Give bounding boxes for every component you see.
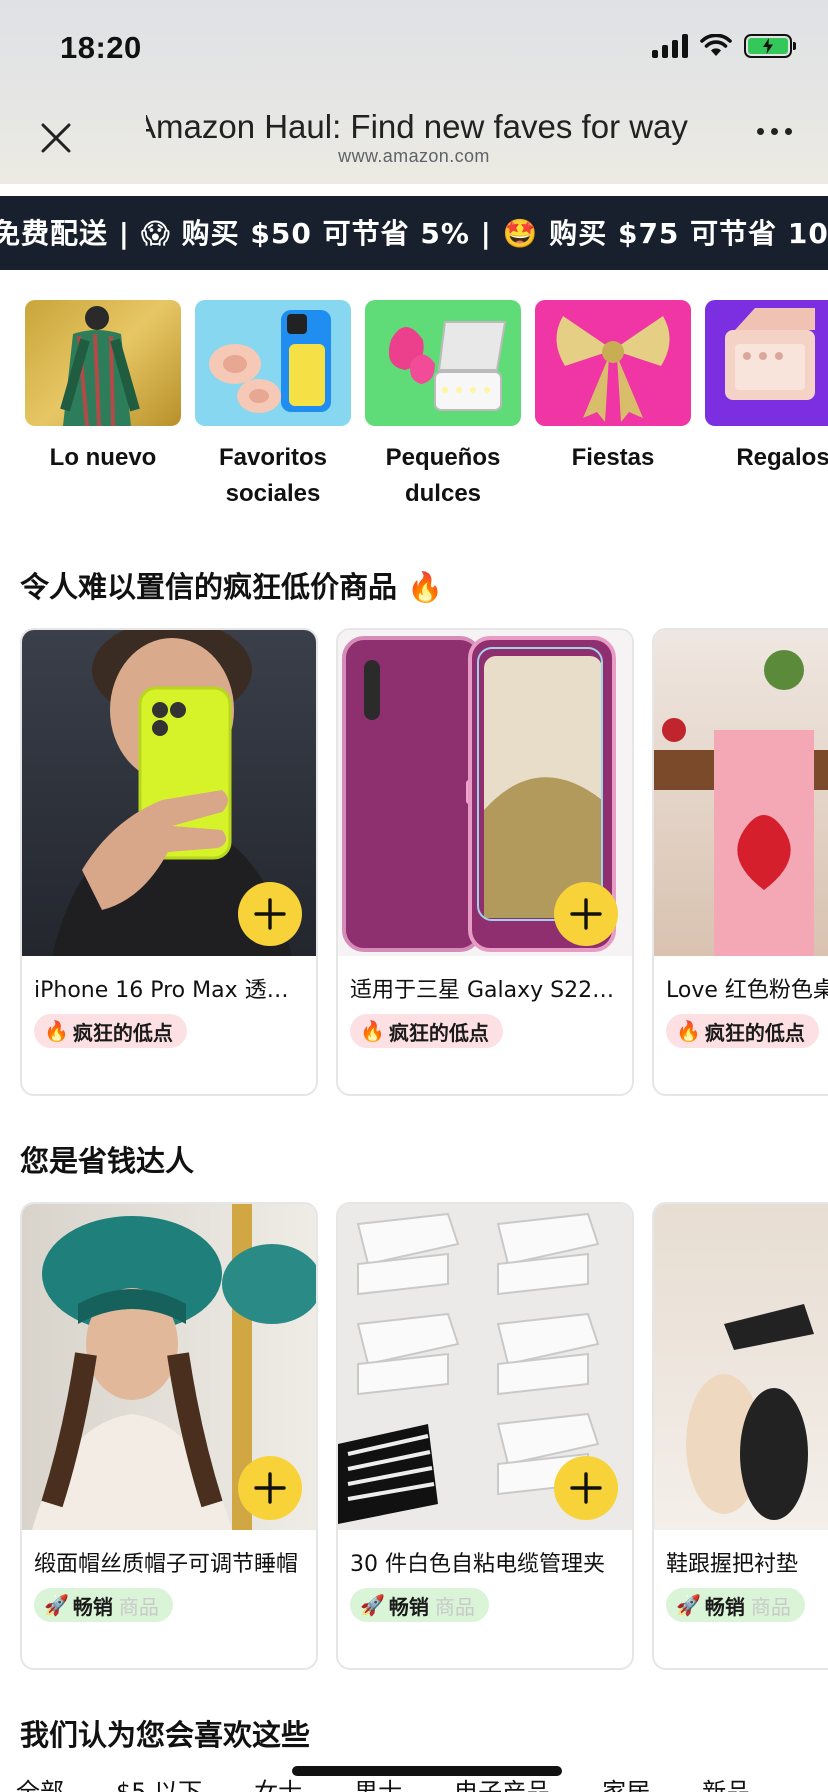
badge-ghost-text: 商品	[750, 1594, 791, 1619]
battery-charging-icon	[744, 34, 796, 58]
product-card[interactable]: 30 件白色自粘电缆管理夹 🚀 畅销 商品	[336, 1202, 634, 1670]
home-indicator	[292, 1766, 562, 1776]
category-carousel: Lo nuevo Favoritos sociales Pequeños dul…	[0, 300, 828, 530]
tab-new[interactable]: 新品	[702, 1772, 750, 1792]
section-title-recommend: 我们认为您会喜欢这些	[20, 1718, 311, 1752]
bestseller-badge: 🚀 畅销 商品	[350, 1588, 489, 1622]
promo-text: 免费配送 | 😱 购买 $50 可节省 5% | 🤩 购买 $75 可节省 10…	[0, 217, 828, 250]
page-title: Amazon Haul: Find new faves for way	[146, 108, 688, 145]
page-url: www.amazon.com	[338, 146, 490, 166]
status-icons	[652, 34, 796, 58]
product-name: Love 红色粉色桌旗	[666, 978, 828, 1003]
crazy-low-badge: 🔥 疯狂的低点	[350, 1014, 503, 1048]
category-favoritos-sociales[interactable]: Favoritos sociales	[188, 300, 358, 512]
plus-icon	[254, 1472, 286, 1504]
wifi-icon	[700, 34, 732, 56]
rocket-icon: 🚀	[676, 1593, 701, 1617]
dot-icon	[757, 128, 764, 135]
category-pequenos-dulces[interactable]: Pequeños dulces	[358, 300, 528, 512]
more-options-button[interactable]	[757, 128, 792, 135]
product-image	[22, 630, 316, 956]
fire-icon: 🔥	[44, 1019, 69, 1043]
badge-label: 畅销	[388, 1594, 429, 1619]
fire-icon: 🔥	[360, 1019, 385, 1043]
product-card[interactable]: 适用于三星 Galaxy S22 手机壳 🔥 疯狂的低点	[336, 628, 634, 1096]
badge-label: 畅销	[72, 1594, 113, 1619]
crazy-low-badge: 🔥 疯狂的低点	[34, 1014, 187, 1048]
product-name: 缎面帽丝质帽子可调节睡帽	[34, 1552, 299, 1577]
plus-icon	[254, 898, 286, 930]
badge-ghost-text: 商品	[434, 1594, 475, 1619]
promo-banner[interactable]: 免费配送 | 😱 购买 $50 可节省 5% | 🤩 购买 $75 可节省 10…	[0, 196, 828, 270]
category-regalos[interactable]: Regalos	[698, 300, 828, 476]
badge-label: 疯狂的低点	[72, 1020, 173, 1045]
product-name: 适用于三星 Galaxy S22 手机壳	[350, 978, 620, 1003]
plus-icon	[570, 898, 602, 930]
badge-label: 疯狂的低点	[388, 1020, 489, 1045]
fire-icon: 🔥	[676, 1019, 701, 1043]
product-image	[22, 1204, 316, 1530]
add-to-cart-button[interactable]	[554, 1456, 618, 1520]
browser-chrome: 18:20 Amazon Haul: Find new faves for wa…	[0, 0, 828, 184]
tab-all[interactable]: 全部	[16, 1772, 64, 1792]
product-name: iPhone 16 Pro Max 透明手机壳	[34, 978, 304, 1003]
product-image	[654, 630, 828, 956]
dot-icon	[771, 128, 778, 135]
rocket-icon: 🚀	[360, 1593, 385, 1617]
crazy-low-badge: 🔥 疯狂的低点	[666, 1014, 819, 1048]
bestseller-badge: 🚀 畅销 商品	[34, 1588, 173, 1622]
dot-icon	[785, 128, 792, 135]
product-name: 30 件白色自粘电缆管理夹	[350, 1552, 605, 1577]
category-fiestas[interactable]: Fiestas	[528, 300, 698, 476]
tab-home[interactable]: 家居	[602, 1772, 650, 1792]
status-time: 18:20	[60, 30, 142, 65]
product-card[interactable]: Love 红色粉色桌旗 🔥 疯狂的低点	[652, 628, 828, 1096]
product-image	[338, 1204, 632, 1530]
product-name: 鞋跟握把衬垫	[666, 1552, 799, 1577]
badge-ghost-text: 商品	[118, 1594, 159, 1619]
page-title-container: Amazon Haul: Find new faves for way	[146, 108, 691, 146]
section-title-crazy-low: 令人难以置信的疯狂低价商品 🔥	[20, 570, 444, 604]
product-card[interactable]: 鞋跟握把衬垫 🚀 畅销 商品	[652, 1202, 828, 1670]
category-label: Pequeños dulces	[385, 444, 501, 507]
category-label: Favoritos sociales	[218, 444, 328, 507]
add-to-cart-button[interactable]	[238, 882, 302, 946]
badge-label: 疯狂的低点	[704, 1020, 805, 1045]
product-row-crazy-low: iPhone 16 Pro Max 透明手机壳 🔥 疯狂的低点 适用于三星 Ga…	[0, 628, 828, 1098]
add-to-cart-button[interactable]	[238, 1456, 302, 1520]
add-to-cart-button[interactable]	[554, 882, 618, 946]
category-label: Regalos	[736, 444, 828, 471]
badge-label: 畅销	[704, 1594, 745, 1619]
section-title-money-saver: 您是省钱达人	[20, 1144, 195, 1178]
product-card[interactable]: iPhone 16 Pro Max 透明手机壳 🔥 疯狂的低点	[20, 628, 318, 1096]
product-card[interactable]: 缎面帽丝质帽子可调节睡帽 🚀 畅销 商品	[20, 1202, 318, 1670]
category-lo-nuevo[interactable]: Lo nuevo	[18, 300, 188, 476]
category-image	[25, 300, 181, 426]
category-label: Fiestas	[571, 444, 655, 471]
plus-icon	[570, 1472, 602, 1504]
product-row-money-saver: 缎面帽丝质帽子可调节睡帽 🚀 畅销 商品 30 件白色自粘电缆管理夹 🚀 畅销 …	[0, 1202, 828, 1672]
tab-under-5[interactable]: $5 以下	[116, 1772, 202, 1792]
bestseller-badge: 🚀 畅销 商品	[666, 1588, 805, 1622]
category-image	[705, 300, 828, 426]
category-image	[365, 300, 521, 426]
rocket-icon: 🚀	[44, 1593, 69, 1617]
category-image	[535, 300, 691, 426]
category-label: Lo nuevo	[49, 444, 157, 471]
product-image	[338, 630, 632, 956]
cellular-signal-icon	[652, 34, 688, 58]
category-image	[195, 300, 351, 426]
product-image	[654, 1204, 828, 1530]
